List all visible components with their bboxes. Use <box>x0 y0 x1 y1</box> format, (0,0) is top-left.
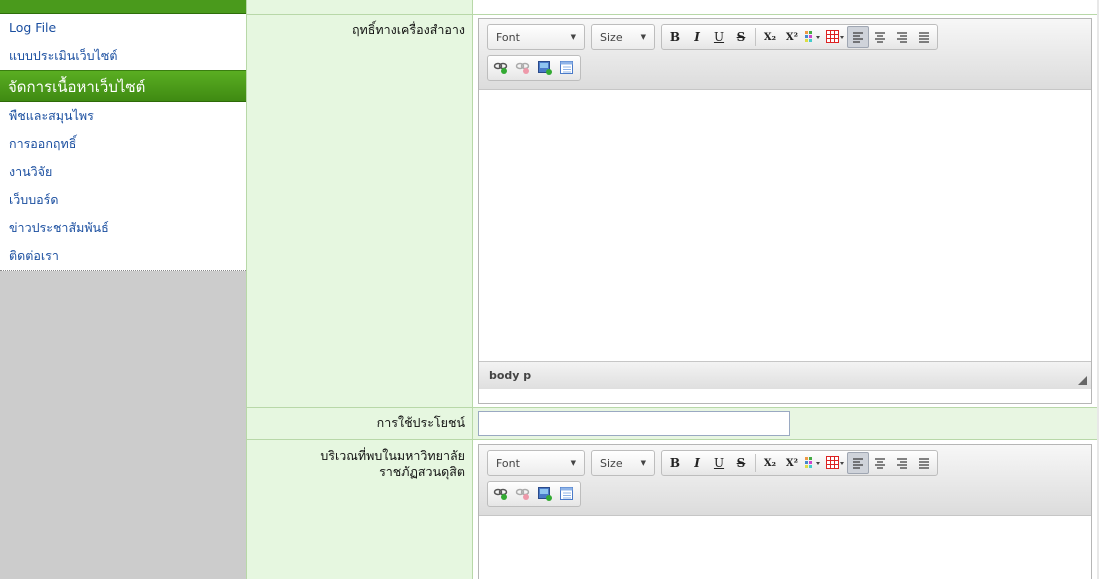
size-select[interactable]: Size ▼ <box>591 450 655 476</box>
sidebar-item-news[interactable]: ข่าวประชาสัมพันธ์ <box>0 214 246 242</box>
text-color-icon[interactable] <box>803 452 825 474</box>
table-icon[interactable] <box>825 26 847 48</box>
template-icon[interactable] <box>556 483 578 505</box>
sidebar-item-log-file[interactable]: Log File <box>0 14 246 42</box>
insert-buttons <box>487 481 581 507</box>
usage-input[interactable] <box>478 411 790 436</box>
align-left-icon[interactable] <box>847 26 869 48</box>
bold-button[interactable]: B <box>664 26 686 48</box>
size-select[interactable]: Size ▼ <box>591 24 655 50</box>
sidebar-item-evaluation[interactable]: แบบประเมินเว็บไซต์ <box>0 42 246 70</box>
format-buttons: B I U S X₂ X² <box>661 24 938 50</box>
strikethrough-button[interactable]: S <box>730 26 752 48</box>
rich-text-editor-cosmetic: Font ▼ Size ▼ B I U S X₂ X² body p <box>478 18 1092 404</box>
table-icon[interactable] <box>825 452 847 474</box>
sidebar-item-activity[interactable]: การออกฤทธิ์ <box>0 130 246 158</box>
toolbar-divider <box>755 28 756 46</box>
align-center-icon[interactable] <box>869 26 891 48</box>
editor-content-area[interactable] <box>479 90 1091 361</box>
sidebar-item-plants-herbs[interactable]: พืชและสมุนไพร <box>0 102 246 130</box>
superscript-button[interactable]: X² <box>781 26 803 48</box>
field-label-usage: การใช้ประโยชน์ <box>376 415 465 430</box>
field-label-location-line2: ราชภัฏสวนดุสิต <box>379 464 465 479</box>
field-label-location-line1: บริเวณที่พบในมหาวิทยาลัย <box>320 448 465 463</box>
editor-statusbar: body p <box>479 361 1091 389</box>
sidebar: Log File แบบประเมินเว็บไซต์ จัดการเนื้อห… <box>0 0 246 579</box>
editor-content-area[interactable] <box>479 516 1091 576</box>
sidebar-section-title: จัดการเนื้อหาเว็บไซต์ <box>0 70 246 102</box>
field-label-cosmetic-effect: ฤทธิ์ทางเครื่องสำอาง <box>351 22 465 37</box>
editor-toolbar: Font ▼ Size ▼ B I U S X₂ X² <box>479 445 1091 516</box>
bold-button[interactable]: B <box>664 452 686 474</box>
superscript-button[interactable]: X² <box>781 452 803 474</box>
align-center-icon[interactable] <box>869 452 891 474</box>
toolbar-divider <box>755 454 756 472</box>
subscript-button[interactable]: X₂ <box>759 452 781 474</box>
underline-button[interactable]: U <box>708 452 730 474</box>
link-icon[interactable] <box>490 483 512 505</box>
font-select[interactable]: Font ▼ <box>487 450 585 476</box>
template-icon[interactable] <box>556 57 578 79</box>
link-icon[interactable] <box>490 57 512 79</box>
align-justify-icon[interactable] <box>913 26 935 48</box>
underline-button[interactable]: U <box>708 26 730 48</box>
italic-button[interactable]: I <box>686 26 708 48</box>
font-select[interactable]: Font ▼ <box>487 24 585 50</box>
italic-button[interactable]: I <box>686 452 708 474</box>
image-icon[interactable] <box>534 483 556 505</box>
sidebar-item-research[interactable]: งานวิจัย <box>0 158 246 186</box>
format-buttons: B I U S X₂ X² <box>661 450 938 476</box>
element-path: body p <box>489 369 532 382</box>
sidebar-item-contact[interactable]: ติดต่อเรา <box>0 242 246 270</box>
insert-buttons <box>487 55 581 81</box>
image-icon[interactable] <box>534 57 556 79</box>
text-color-icon[interactable] <box>803 26 825 48</box>
sidebar-item-webboard[interactable]: เว็บบอร์ด <box>0 186 246 214</box>
unlink-icon[interactable] <box>512 57 534 79</box>
strikethrough-button[interactable]: S <box>730 452 752 474</box>
rich-text-editor-location: Font ▼ Size ▼ B I U S X₂ X² <box>478 444 1092 579</box>
sidebar-menu: Log File แบบประเมินเว็บไซต์ จัดการเนื้อห… <box>0 14 246 271</box>
sidebar-header-strip <box>0 0 246 14</box>
resize-handle-icon[interactable] <box>1078 376 1087 385</box>
editor-toolbar: Font ▼ Size ▼ B I U S X₂ X² <box>479 19 1091 90</box>
subscript-button[interactable]: X₂ <box>759 26 781 48</box>
align-right-icon[interactable] <box>891 26 913 48</box>
unlink-icon[interactable] <box>512 483 534 505</box>
align-right-icon[interactable] <box>891 452 913 474</box>
align-justify-icon[interactable] <box>913 452 935 474</box>
align-left-icon[interactable] <box>847 452 869 474</box>
